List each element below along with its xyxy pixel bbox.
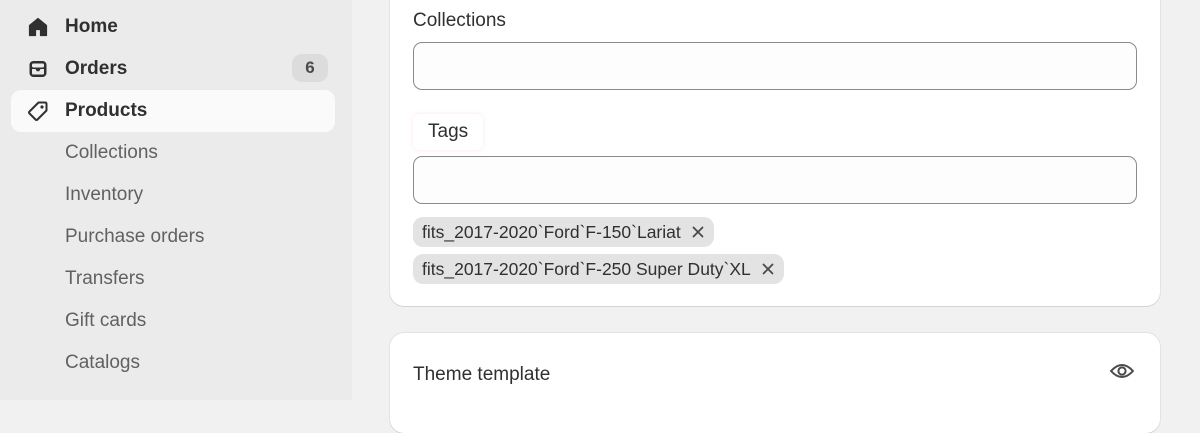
- sidebar-item-products[interactable]: Products: [11, 90, 335, 132]
- orders-count-badge: 6: [292, 54, 328, 82]
- theme-template-title: Theme template: [413, 364, 551, 385]
- sidebar-item-label: Purchase orders: [65, 226, 205, 247]
- home-icon: [27, 16, 49, 38]
- close-icon[interactable]: [690, 224, 706, 240]
- sidebar: Home Orders 6 Products Collections Inven…: [0, 0, 352, 400]
- sidebar-item-label: Home: [65, 16, 118, 37]
- collections-label: Collections: [413, 10, 506, 31]
- sidebar-item-transfers[interactable]: Transfers: [11, 258, 335, 300]
- sidebar-item-catalogs[interactable]: Catalogs: [11, 342, 335, 384]
- tags-label-container: Tags: [413, 114, 484, 150]
- close-icon[interactable]: [760, 261, 776, 277]
- sidebar-item-inventory[interactable]: Inventory: [11, 174, 335, 216]
- tags-input[interactable]: [413, 156, 1137, 204]
- tag-icon: [27, 100, 49, 122]
- sidebar-item-collections[interactable]: Collections: [11, 132, 335, 174]
- sidebar-item-orders[interactable]: Orders 6: [11, 48, 335, 90]
- tag-chip: fits_2017-2020`Ford`F-150`Lariat: [413, 217, 714, 247]
- inbox-icon: [27, 58, 49, 80]
- sidebar-item-purchase-orders[interactable]: Purchase orders: [11, 216, 335, 258]
- sidebar-item-label: Products: [65, 100, 148, 121]
- tags-label: Tags: [428, 121, 469, 142]
- sidebar-item-label: Gift cards: [65, 310, 147, 331]
- sidebar-item-gift-cards[interactable]: Gift cards: [11, 300, 335, 342]
- tag-chip-label: fits_2017-2020`Ford`F-250 Super Duty`XL: [422, 258, 751, 279]
- sidebar-item-label: Transfers: [65, 268, 145, 289]
- sidebar-item-label: Catalogs: [65, 352, 140, 373]
- sidebar-item-label: Inventory: [65, 184, 144, 205]
- collections-input[interactable]: [413, 42, 1137, 90]
- tag-chip: fits_2017-2020`Ford`F-250 Super Duty`XL: [413, 254, 784, 284]
- sidebar-item-home[interactable]: Home: [11, 6, 335, 48]
- sidebar-item-label: Orders: [65, 58, 128, 79]
- eye-icon[interactable]: [1108, 360, 1136, 382]
- sidebar-item-label: Collections: [65, 142, 158, 163]
- tag-chip-label: fits_2017-2020`Ford`F-150`Lariat: [422, 221, 681, 242]
